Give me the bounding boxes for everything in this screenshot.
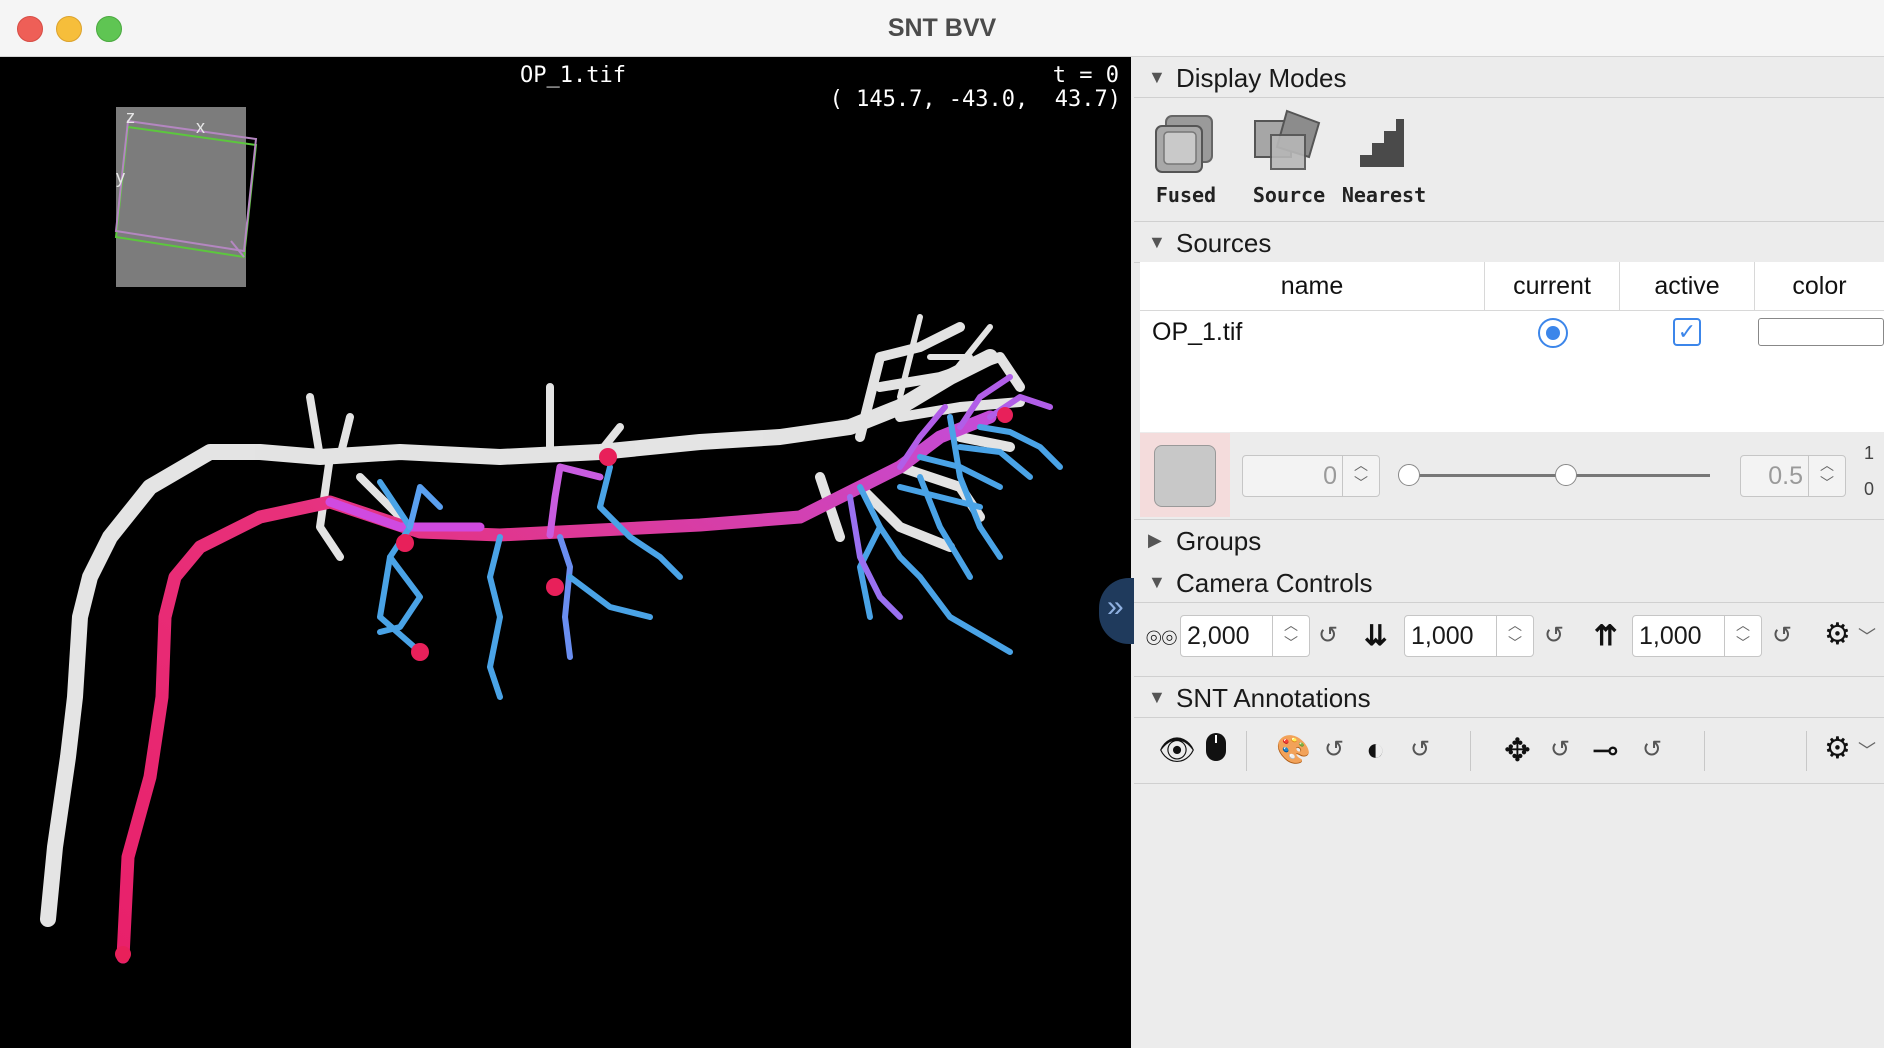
far-clip-icon: ⇈ [1594,620,1618,651]
annotation-options-gear-icon[interactable]: ⚙ [1824,731,1851,766]
expand-triangle-icon: ▶ [1148,530,1162,550]
range-max-spinner[interactable]: 0.5 ︿ ﹀ [1740,455,1846,497]
camera-far-clip-spinner[interactable]: 1,000 ︿ ﹀ [1632,615,1762,657]
range-slider-min-handle[interactable] [1398,464,1420,486]
near-clip-icon: ⇊ [1364,620,1388,651]
camera-controls-row: ⌾⌾ 2,000 ︿ ﹀ ↺ ⇊ 1,000 ︿ ﹀ ↺ ⇈ 1,000 ︿ ﹀ ↺ … [1134,605,1884,669]
color-range-row: 0 ︿ ﹀ 0.5 ︿ ﹀ 1 0 [1140,433,1884,517]
toolbar-separator [1704,731,1705,771]
spinner-arrows-icon[interactable]: ︿ ﹀ [1342,456,1379,496]
spinner-arrows-icon[interactable]: ︿ ﹀ [1808,456,1845,496]
collapse-triangle-icon: ▼ [1148,67,1166,87]
column-header-current[interactable]: current [1485,262,1620,311]
camera-distance-spinner[interactable]: 2,000 ︿ ﹀ [1180,615,1310,657]
reset-contrast-icon[interactable]: ↺ [1410,735,1430,764]
range-slider-max-handle[interactable] [1555,464,1577,486]
chevron-right-icon: » [1107,590,1124,623]
display-modes-header[interactable]: ▼ Display Modes [1134,57,1884,98]
reset-move-icon[interactable]: ↺ [1550,735,1570,764]
time-overlay: t = 0 [1052,63,1119,88]
mode-fused-label: Fused [1155,183,1217,207]
column-header-color[interactable]: color [1755,262,1884,311]
source-row-name[interactable]: OP_1.tif [1152,310,1242,354]
toolbar-separator [1246,731,1247,771]
reset-node-icon[interactable]: ↺ [1642,735,1662,764]
mouse-icon[interactable] [1204,731,1228,768]
spinner-arrows-icon[interactable]: ︿ ﹀ [1724,616,1761,656]
column-header-active[interactable]: active [1620,262,1755,311]
reset-far-clip-icon[interactable]: ↺ [1772,621,1792,650]
nearest-icon [1360,119,1404,167]
axis-x-label: x [196,117,205,137]
source-icon [1254,109,1321,170]
source-current-radio[interactable] [1538,318,1568,348]
range-color-swatch[interactable] [1154,445,1216,507]
collapse-triangle-icon: ▼ [1148,572,1166,592]
axis-y-label: y [116,167,125,187]
spinner-arrows-icon[interactable]: ︿ ﹀ [1496,616,1533,656]
settings-sidebar: ▼ Display Modes Fused Source Nearest ▼ S… [1134,57,1884,1048]
fused-icon [1155,115,1213,173]
groups-header[interactable]: ▶ Groups [1134,519,1884,560]
volume-viewer[interactable]: z x y OP_1.tif t = 0 ( 145.7, -43.0, 43.… [0,57,1131,1048]
annotations-toolbar: 👁 🎨 ↺ ◐ ↺ ✥ ↺ ⊸ ↺ ⚙ ﹀ [1134,719,1884,784]
app-window: SNT BVV z x y OP_1.tif t = 0 (145.7, -4… [0,0,1884,1048]
source-active-checkbox[interactable]: ✓ [1673,318,1701,346]
range-top-label: 1 [1864,443,1875,463]
move-arrows-icon[interactable]: ✥ [1504,731,1531,769]
palette-icon[interactable]: 🎨 [1276,733,1311,766]
source-color-swatch[interactable] [1758,318,1884,346]
range-bottom-label: 0 [1864,479,1875,499]
window-title: SNT BVV [887,14,997,42]
axis-z-label: z [126,107,135,127]
column-header-name[interactable]: name [1140,262,1485,311]
mode-nearest-label: Nearest [1341,183,1427,207]
spinner-arrows-icon[interactable]: ︿ ﹀ [1272,616,1309,656]
orientation-widget: z x y [114,107,258,287]
range-min-spinner[interactable]: 0 ︿ ﹀ [1242,455,1380,497]
toolbar-separator [1470,731,1471,771]
chevron-down-icon[interactable]: ﹀ [1858,623,1876,649]
camera-options-gear-icon[interactable]: ⚙ [1824,617,1851,652]
title-bar: SNT BVV [0,0,1884,57]
binoculars-icon: ⌾⌾ [1146,623,1178,653]
snt-annotations-header[interactable]: ▼ SNT Annotations [1134,676,1884,718]
camera-controls-header[interactable]: ▼ Camera Controls [1134,562,1884,603]
collapse-triangle-icon: ▼ [1148,687,1166,707]
toolbar-separator [1806,731,1807,771]
sources-table: name current active color OP_1.tif ✓ [1140,262,1884,432]
collapse-triangle-icon: ▼ [1148,232,1166,252]
contrast-icon[interactable]: ◐ [1366,731,1385,768]
node-commit-icon[interactable]: ⊸ [1592,731,1619,769]
reset-near-clip-icon[interactable]: ↺ [1544,621,1564,650]
chevron-down-icon[interactable]: ﹀ [1858,737,1876,763]
reset-distance-icon[interactable]: ↺ [1318,621,1338,650]
reset-palette-icon[interactable]: ↺ [1324,735,1344,764]
eye-icon[interactable]: 👁 [1158,733,1196,768]
camera-near-clip-spinner[interactable]: 1,000 ︿ ﹀ [1404,615,1534,657]
mode-source-label: Source [1252,183,1326,207]
coordinates-overlay: ( 145.7, -43.0, 43.7) [829,87,1121,112]
source-name-overlay: OP_1.tif [520,63,626,88]
sources-header[interactable]: ▼ Sources [1134,221,1884,263]
